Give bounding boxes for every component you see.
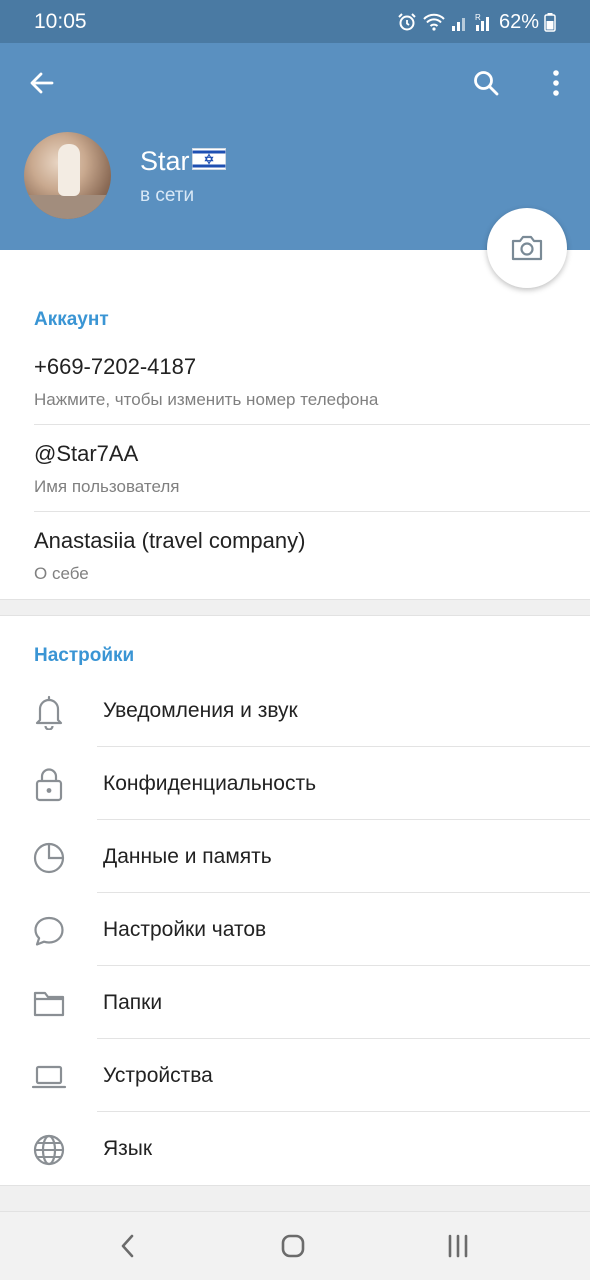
avatar[interactable] xyxy=(24,132,111,219)
israel-flag-icon xyxy=(191,146,226,177)
bio-row[interactable]: Anastasiia (travel company) О себе xyxy=(0,512,590,599)
battery-icon xyxy=(544,12,556,32)
globe-icon xyxy=(29,1130,69,1170)
signal-roaming-icon: R xyxy=(474,12,494,32)
bell-icon xyxy=(29,692,69,732)
battery-percent: 62% xyxy=(498,10,539,33)
back-button[interactable] xyxy=(22,63,62,103)
signal-icon xyxy=(451,12,469,32)
settings-item-data-storage[interactable]: Данные и память xyxy=(0,820,590,893)
chevron-left-icon xyxy=(121,1234,134,1258)
phone-number: +669-7202-4187 xyxy=(34,354,197,379)
account-section-title: Аккаунт xyxy=(34,309,109,330)
username-row[interactable]: @Star7AA Имя пользователя xyxy=(0,425,590,512)
phone-hint: Нажмите, чтобы изменить номер телефона xyxy=(34,390,379,409)
profile-name: Star xyxy=(140,146,226,177)
settings-item-folders[interactable]: Папки xyxy=(0,966,590,1039)
more-options-button[interactable] xyxy=(536,63,576,103)
alarm-icon xyxy=(397,12,417,32)
online-status: в сети xyxy=(140,185,195,206)
search-button[interactable] xyxy=(466,63,506,103)
chat-bubble-icon xyxy=(29,911,69,951)
pie-chart-icon xyxy=(29,838,69,878)
svg-text:R: R xyxy=(475,13,481,22)
settings-item-language[interactable]: Язык xyxy=(0,1112,590,1185)
status-time: 10:05 xyxy=(34,10,87,33)
system-icons: R 62% xyxy=(397,9,556,35)
nav-recents-button[interactable] xyxy=(436,1226,480,1266)
settings-section-title: Настройки xyxy=(34,645,135,666)
wifi-icon xyxy=(422,12,446,32)
laptop-icon xyxy=(29,1057,69,1097)
home-icon xyxy=(281,1234,305,1258)
arrow-left-icon xyxy=(30,72,54,94)
settings-item-notifications[interactable]: Уведомления и звук xyxy=(0,674,590,747)
search-icon xyxy=(474,71,499,96)
section-separator xyxy=(0,1185,590,1212)
folder-icon xyxy=(29,984,69,1024)
settings-item-devices[interactable]: Устройства xyxy=(0,1039,590,1112)
settings-item-label: Папки xyxy=(103,991,163,1014)
settings-item-chat-settings[interactable]: Настройки чатов xyxy=(0,893,590,966)
more-vertical-icon xyxy=(553,70,559,96)
settings-item-label: Конфиденциальность xyxy=(103,772,317,795)
lock-icon xyxy=(29,765,69,805)
recents-icon xyxy=(448,1234,468,1258)
bio-hint: О себе xyxy=(34,564,89,583)
settings-item-label: Уведомления и звук xyxy=(103,699,298,722)
settings-item-label: Язык xyxy=(103,1137,153,1160)
system-nav-bar xyxy=(0,1212,590,1280)
settings-item-privacy[interactable]: Конфиденциальность xyxy=(0,747,590,820)
bio-text: Anastasiia (travel company) xyxy=(34,528,306,553)
profile-name-text: Star xyxy=(140,146,190,176)
set-photo-button[interactable] xyxy=(487,208,567,288)
section-separator xyxy=(0,599,590,616)
settings-item-label: Устройства xyxy=(103,1064,213,1087)
settings-item-label: Настройки чатов xyxy=(103,918,267,941)
phone-row[interactable]: +669-7202-4187 Нажмите, чтобы изменить н… xyxy=(0,338,590,425)
username-hint: Имя пользователя xyxy=(34,477,180,496)
nav-back-button[interactable] xyxy=(106,1226,150,1266)
username: @Star7AA xyxy=(34,441,139,466)
nav-home-button[interactable] xyxy=(271,1226,315,1266)
camera-icon xyxy=(511,235,543,261)
settings-item-label: Данные и память xyxy=(103,845,272,868)
status-bar: 10:05 R 62% xyxy=(0,0,590,43)
